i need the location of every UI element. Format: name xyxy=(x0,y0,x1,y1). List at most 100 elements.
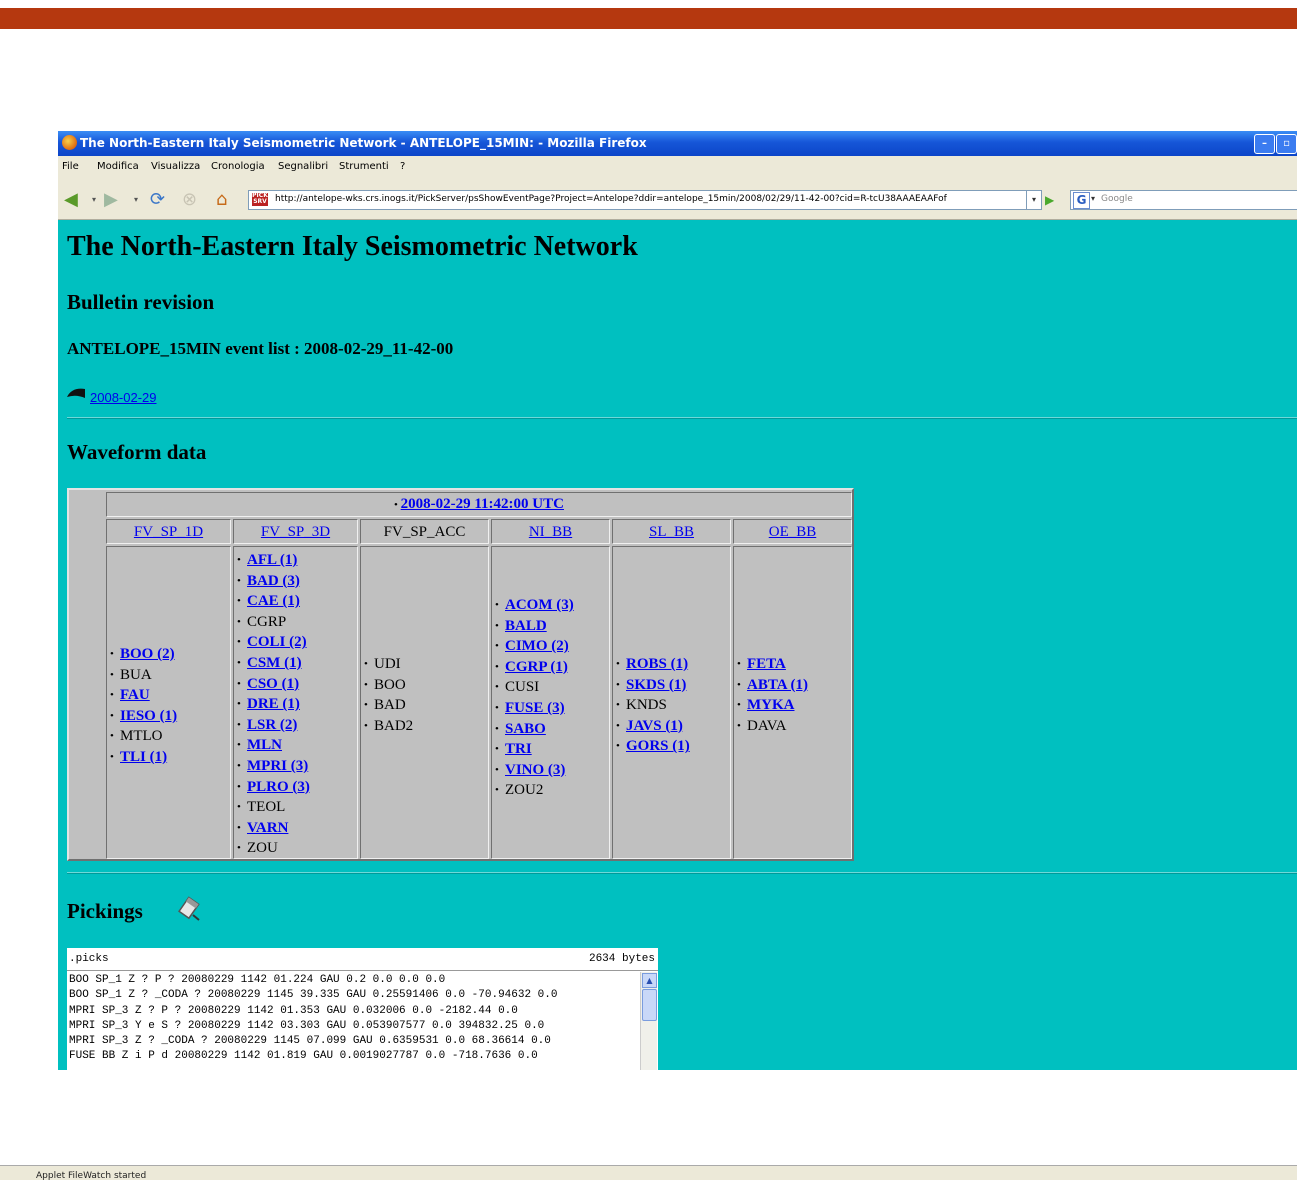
station-list: • FETA • ABTA (1) • MYKA • DAVA xyxy=(737,654,808,736)
scroll-up-icon[interactable]: ▲ xyxy=(642,973,657,988)
google-engine-icon[interactable]: G xyxy=(1073,192,1090,209)
bullet-icon: • xyxy=(495,619,499,632)
back-arrow-icon[interactable] xyxy=(66,387,86,399)
site-favicon-icon: PICK SRV xyxy=(252,192,268,206)
menu-file[interactable]: File xyxy=(62,161,79,172)
search-engine-dropdown-icon[interactable]: ▾ xyxy=(1091,194,1095,203)
station-link[interactable]: SABO xyxy=(505,721,546,737)
menu-help[interactable]: ? xyxy=(400,161,405,172)
station-link[interactable]: GORS (1) xyxy=(626,738,690,754)
station-link[interactable]: CGRP (1) xyxy=(505,659,568,675)
station-link[interactable]: TLI (1) xyxy=(120,749,167,765)
station-link[interactable]: CSM (1) xyxy=(247,655,302,671)
bullet-icon: • xyxy=(110,689,114,702)
menu-segnalibri[interactable]: Segnalibri xyxy=(278,161,328,172)
station-link[interactable]: PLRO (3) xyxy=(247,779,310,795)
list-item: • BALD xyxy=(495,616,574,637)
list-item: • DAVA xyxy=(737,716,808,737)
station-link[interactable]: BAD (3) xyxy=(247,573,300,589)
station-link[interactable]: MYKA xyxy=(747,697,795,713)
address-url[interactable]: http://antelope-wks.crs.inogs.it/PickSer… xyxy=(275,194,947,204)
station-link[interactable]: VINO (3) xyxy=(505,762,565,778)
picks-line: FUSE BB Z i P d 20080229 1142 01.819 GAU… xyxy=(69,1050,538,1063)
list-item: • MPRI (3) xyxy=(237,756,310,777)
bullet-icon: • xyxy=(237,615,241,628)
station-link[interactable]: BALD xyxy=(505,618,547,634)
station-link[interactable]: COLI (2) xyxy=(247,634,307,650)
station-column: • ROBS (1) • SKDS (1) • KNDS • JAVS (1) • GORS (1… xyxy=(612,546,731,859)
forward-icon[interactable]: ▶ xyxy=(104,189,118,210)
search-box[interactable]: G ▾ Google xyxy=(1070,190,1297,210)
list-item: • TLI (1) xyxy=(110,747,177,768)
station-link[interactable]: CSO (1) xyxy=(247,676,299,692)
bullet-icon: • xyxy=(737,658,741,670)
list-item: • PLRO (3) xyxy=(237,777,310,798)
station-link[interactable]: MPRI (3) xyxy=(247,758,308,774)
station-link[interactable]: DRE (1) xyxy=(247,696,300,712)
stop-icon[interactable]: ⊗ xyxy=(182,189,197,210)
bullet-icon: • xyxy=(364,658,368,670)
home-icon[interactable]: ⌂ xyxy=(216,189,227,210)
station-link[interactable]: MLN xyxy=(247,737,282,753)
edit-picks-icon[interactable] xyxy=(174,896,202,922)
station-link[interactable]: BOO (2) xyxy=(120,646,175,662)
station-link[interactable]: TRI xyxy=(505,741,532,757)
station-link[interactable]: FAU xyxy=(120,687,150,703)
menu-modifica[interactable]: Modifica xyxy=(97,161,139,172)
station-link[interactable]: LSR (2) xyxy=(247,717,297,733)
station-link[interactable]: ABTA (1) xyxy=(747,677,808,693)
back-icon[interactable]: ◀ xyxy=(64,189,78,210)
list-item: • COLI (2) xyxy=(237,632,310,653)
minimize-button[interactable]: – xyxy=(1254,134,1275,154)
forward-dropdown-icon[interactable]: ▾ xyxy=(134,195,138,204)
station-link[interactable]: AFL (1) xyxy=(247,552,297,568)
bullet-icon: • xyxy=(237,739,241,752)
back-dropdown-icon[interactable]: ▾ xyxy=(92,195,96,204)
picks-scrollbar[interactable]: ▲ xyxy=(640,972,657,1070)
picks-line: MPRI SP_3 Z ? _CODA ? 20080229 1145 07.0… xyxy=(69,1035,551,1048)
timestamp-link[interactable]: 2008-02-29 11:42:00 UTC xyxy=(401,496,564,512)
menu-bar: File Modifica Visualizza Cronologia Segn… xyxy=(58,156,1297,177)
list-item: • TRI xyxy=(495,739,574,760)
column-header-label[interactable]: SL_BB xyxy=(613,524,730,541)
picks-file-viewer[interactable]: .picks 2634 bytes BOO SP_1 Z ? P ? 20080… xyxy=(67,948,658,1070)
bullet-icon: • xyxy=(110,668,114,681)
station-link[interactable]: ACOM (3) xyxy=(505,597,574,613)
bullet-icon: • xyxy=(737,678,741,691)
station-link[interactable]: CAE (1) xyxy=(247,593,300,609)
station-link[interactable]: JAVS (1) xyxy=(626,718,683,734)
reload-icon[interactable]: ⟳ xyxy=(150,189,165,210)
list-item: • AFL (1) xyxy=(237,550,310,571)
list-item: • CAE (1) xyxy=(237,591,310,612)
station-link[interactable]: ROBS (1) xyxy=(626,656,688,672)
station-link[interactable]: CIMO (2) xyxy=(505,638,569,654)
scroll-thumb[interactable] xyxy=(642,989,657,1021)
column-header-label[interactable]: FV_SP_3D xyxy=(234,524,357,541)
bullet-icon: • xyxy=(110,648,114,660)
bullet-icon: • xyxy=(616,699,620,712)
bullet-icon: • xyxy=(237,801,241,814)
search-input[interactable]: Google xyxy=(1101,194,1133,204)
list-item: • VARN xyxy=(237,818,310,839)
station-link[interactable]: FUSE (3) xyxy=(505,700,565,716)
station-link[interactable]: SKDS (1) xyxy=(626,677,686,693)
column-header-label[interactable]: NI_BB xyxy=(492,524,609,541)
menu-cronologia[interactable]: Cronologia xyxy=(211,161,265,172)
station-list: • ACOM (3) • BALD • CIMO (2) • CGRP (1) • CUSI • FU… xyxy=(495,595,574,801)
column-header-label[interactable]: OE_BB xyxy=(734,524,851,541)
back-date-link[interactable]: 2008-02-29 xyxy=(90,390,157,405)
menu-visualizza[interactable]: Visualizza xyxy=(151,161,200,172)
url-history-dropdown-icon[interactable]: ▾ xyxy=(1026,190,1042,210)
station-link[interactable]: IESO (1) xyxy=(120,708,177,724)
go-icon[interactable]: ▶ xyxy=(1045,193,1054,207)
bullet-icon: • xyxy=(237,574,241,587)
station-link[interactable]: FETA xyxy=(747,656,786,672)
station-link[interactable]: VARN xyxy=(247,820,288,836)
station-list: • BOO (2) • BUA • FAU • IESO (1) • MTLO • TLI (1) xyxy=(110,644,177,768)
address-bar[interactable]: PICK SRV http://antelope-wks.crs.inogs.it… xyxy=(248,190,1027,210)
station-label: KNDS xyxy=(626,697,667,714)
maximize-button[interactable]: ▫ xyxy=(1276,134,1297,154)
menu-strumenti[interactable]: Strumenti xyxy=(339,161,389,172)
station-label: CGRP xyxy=(247,613,287,630)
column-header-label[interactable]: FV_SP_1D xyxy=(107,524,230,541)
